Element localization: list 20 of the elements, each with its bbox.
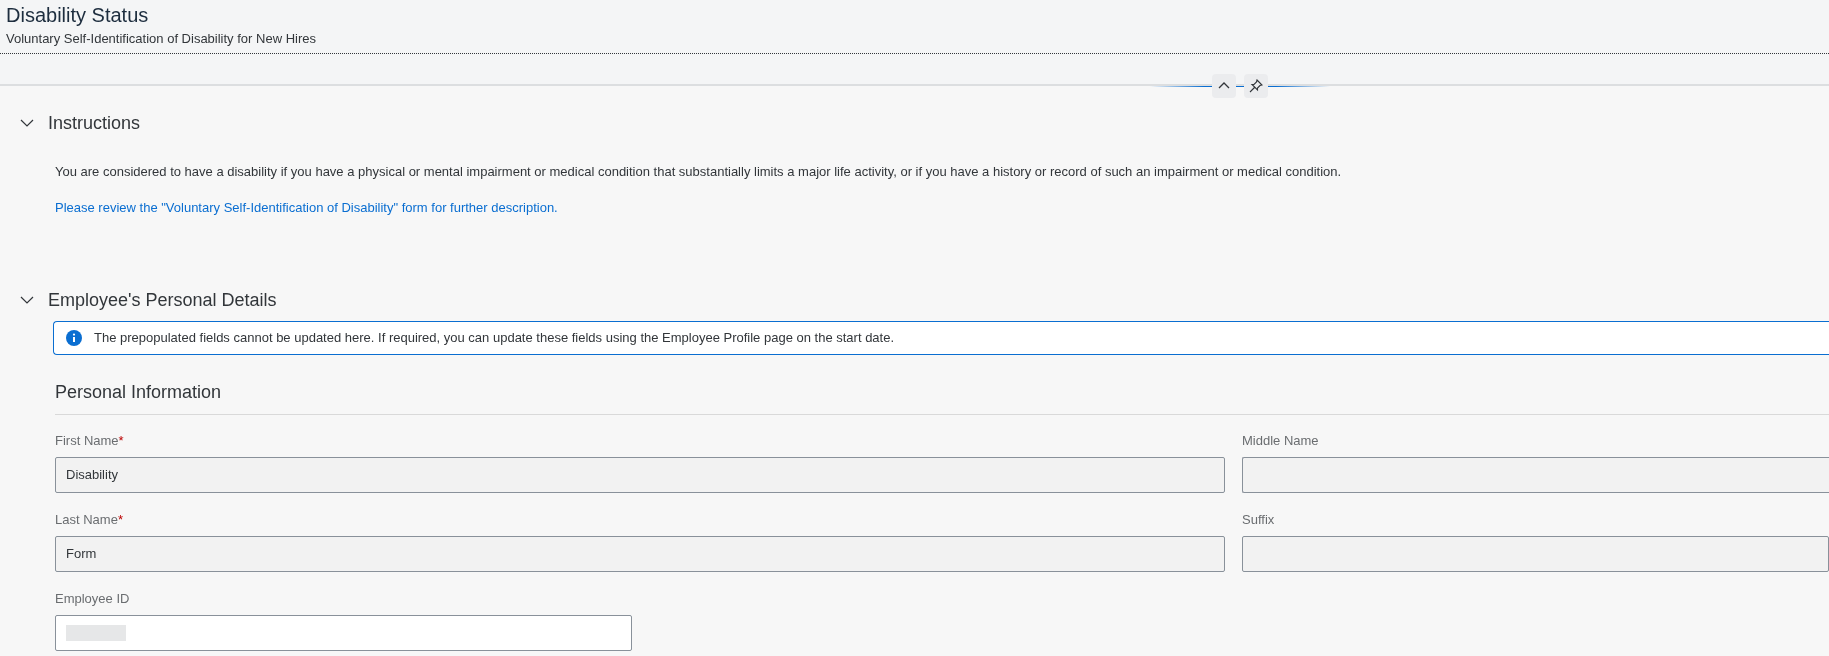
field-label: Middle Name xyxy=(1242,433,1320,449)
page-subtitle: Voluntary Self-Identification of Disability for New Hires xyxy=(6,30,317,48)
collapse-header-button[interactable] xyxy=(1212,74,1236,98)
section-title: Instructions xyxy=(48,111,141,135)
pin-icon xyxy=(1249,79,1263,93)
pin-header-button[interactable] xyxy=(1244,74,1268,98)
field-label: Last Name* xyxy=(55,512,124,528)
instructions-text: You are considered to have a disability if you have a physical or mental impairment or medical condition that substantially limits a major life activity, or if you have a history or record of such an impairment or medical condition. xyxy=(55,163,1343,181)
field-label: Suffix xyxy=(1242,512,1276,528)
section-title: Employee's Personal Details xyxy=(48,288,277,312)
field-label: First Name* xyxy=(55,433,125,449)
form-link[interactable]: Please review the "Voluntary Self-Identification of Disability" form for further description. xyxy=(55,199,558,215)
info-icon xyxy=(66,330,82,346)
field-value: Disability xyxy=(66,466,118,485)
page-title: Disability Status xyxy=(6,3,150,28)
field-value: Form xyxy=(66,545,97,564)
text-field[interactable] xyxy=(55,615,632,651)
subsection-title: Personal Information xyxy=(55,379,1829,415)
info-text: The prepopulated fields cannot be updated here. If required, you can update these fields using the Employee Profile page on the start date. xyxy=(94,329,895,348)
field-label: Employee ID xyxy=(55,591,131,607)
